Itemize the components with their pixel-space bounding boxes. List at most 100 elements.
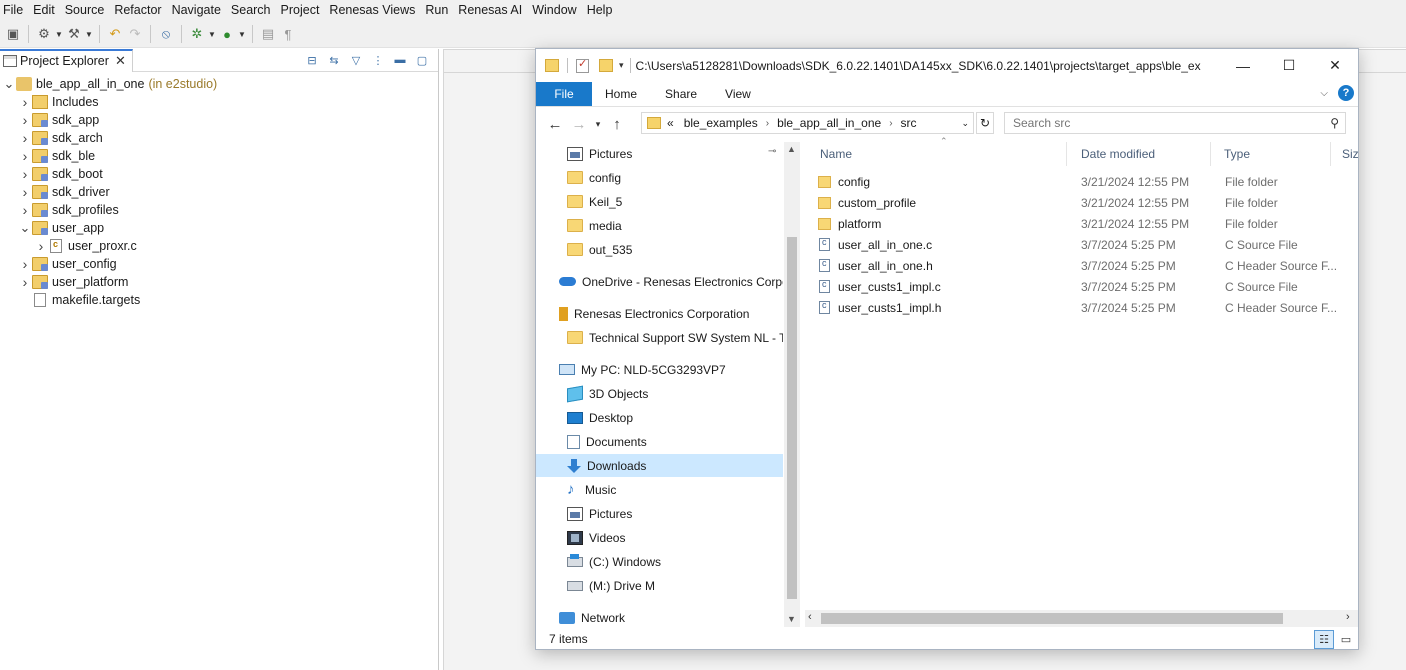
chevron-right-icon[interactable]: › (889, 118, 892, 129)
nav-item[interactable]: (M:) Drive M (536, 574, 783, 597)
breadcrumb-ble-app-all-in-one[interactable]: ble_app_all_in_one (777, 116, 881, 130)
nav-item[interactable]: Documents (536, 430, 783, 453)
tree-item[interactable]: ⌄ ble_app_all_in_one (in e2studio) (0, 75, 438, 93)
nav-item[interactable]: config (536, 166, 783, 189)
collapsed-twisty-icon[interactable]: › (18, 256, 32, 272)
close-icon[interactable]: ✕ (115, 53, 126, 69)
menu-help[interactable]: Help (583, 0, 619, 21)
collapsed-twisty-icon[interactable]: › (18, 166, 32, 182)
nav-item[interactable]: (C:) Windows (536, 550, 783, 573)
file-row[interactable]: user_all_in_one.c (818, 234, 932, 255)
file-row[interactable]: platform (818, 213, 881, 234)
ribbon-tab-view[interactable]: View (712, 82, 766, 106)
collapsed-twisty-icon[interactable]: › (18, 184, 32, 200)
filter-icon[interactable]: ▽ (348, 52, 364, 68)
nav-item[interactable]: Renesas Electronics Corporation (536, 302, 783, 325)
tree-item[interactable]: › user_config (0, 255, 438, 273)
run-icon[interactable]: ● (217, 24, 237, 44)
scroll-down-icon[interactable]: ▼ (787, 614, 796, 624)
tree-item[interactable]: › sdk_ble (0, 147, 438, 165)
ribbon-file-tab[interactable]: File (536, 82, 592, 106)
expanded-twisty-icon[interactable]: ⌄ (18, 221, 32, 234)
collapsed-twisty-icon[interactable]: › (18, 94, 32, 110)
gear-icon[interactable]: ⚙ (34, 24, 54, 44)
file-row[interactable]: config (818, 171, 870, 192)
menu-source[interactable]: Source (61, 0, 111, 21)
nav-item[interactable]: Downloads (536, 454, 783, 477)
menu-navigate[interactable]: Navigate (168, 0, 227, 21)
hammer-icon[interactable]: ⚒ (64, 24, 84, 44)
nav-item[interactable]: My PC: NLD-5CG3293VP7 (536, 358, 783, 381)
recent-locations-icon[interactable]: ▾ (591, 119, 605, 130)
nav-item[interactable]: OneDrive - Renesas Electronics Corporati… (536, 270, 783, 293)
debug-icon[interactable]: ✲ (187, 24, 207, 44)
menu-run[interactable]: Run (421, 0, 454, 21)
file-row[interactable]: custom_profile (818, 192, 916, 213)
tree-item[interactable]: makefile.targets (0, 291, 438, 309)
nav-item[interactable]: Keil_5 (536, 190, 783, 213)
project-explorer-tab[interactable]: Project Explorer ✕ (0, 48, 133, 72)
address-bar[interactable]: « ble_examples › ble_app_all_in_one › sr… (641, 112, 974, 134)
new-folder-icon[interactable] (599, 59, 613, 72)
undo-icon[interactable]: ↶ (105, 24, 125, 44)
collapsed-twisty-icon[interactable]: › (18, 130, 32, 146)
collapsed-twisty-icon[interactable]: › (18, 202, 32, 218)
ribbon-tab-home[interactable]: Home (592, 82, 652, 106)
chevron-down-icon[interactable]: ▼ (54, 24, 64, 44)
collapsed-twisty-icon[interactable]: › (18, 274, 32, 290)
up-arrow-icon[interactable]: ↑ (605, 116, 629, 133)
search-input[interactable] (1013, 116, 1313, 130)
nav-item[interactable]: ♪ Music (536, 478, 783, 501)
nav-item[interactable]: media (536, 214, 783, 237)
nav-item[interactable]: Videos (536, 526, 783, 549)
minimize-button[interactable]: — (1220, 49, 1266, 82)
details-view-icon[interactable]: ☷ (1314, 630, 1334, 649)
menu-search[interactable]: Search (227, 0, 277, 21)
column-date-modified[interactable]: Date modified (1067, 142, 1211, 166)
scroll-up-icon[interactable]: ▲ (787, 144, 796, 154)
help-icon[interactable]: ? (1338, 85, 1354, 101)
search-box[interactable]: ⚲ (1004, 112, 1346, 134)
minimize-icon[interactable]: ▬ (392, 52, 408, 68)
chevron-down-icon[interactable]: ▼ (207, 24, 217, 44)
scroll-right-icon[interactable]: › (1346, 611, 1350, 623)
breadcrumb-ble-examples[interactable]: ble_examples (684, 116, 758, 130)
navigation-scrollbar[interactable]: ▲ ▼ (784, 142, 800, 627)
chevron-down-icon[interactable]: ▾ (619, 60, 624, 71)
nav-item[interactable]: Technical Support SW System NL - Te (536, 326, 783, 349)
file-row[interactable]: user_custs1_impl.c (818, 276, 941, 297)
scrollbar-thumb[interactable] (821, 613, 1283, 624)
horizontal-scrollbar[interactable]: ‹ › (805, 610, 1358, 627)
collapse-all-icon[interactable]: ⊟ (304, 52, 320, 68)
breadcrumb-src[interactable]: src (901, 116, 917, 130)
menu-window[interactable]: Window (528, 0, 582, 21)
tree-item[interactable]: ⌄ user_app (0, 219, 438, 237)
tree-item[interactable]: › sdk_boot (0, 165, 438, 183)
tree-item[interactable]: › sdk_driver (0, 183, 438, 201)
nav-item[interactable]: Desktop (536, 406, 783, 429)
chevron-right-icon[interactable]: › (766, 118, 769, 129)
save-icon[interactable]: ▣ (3, 24, 23, 44)
maximize-button[interactable]: ☐ (1266, 49, 1312, 82)
collapsed-twisty-icon[interactable]: › (34, 238, 48, 254)
tree-item[interactable]: › Includes (0, 93, 438, 111)
menu-project[interactable]: Project (277, 0, 326, 21)
menu-renesas-ai[interactable]: Renesas AI (454, 0, 528, 21)
scrollbar-thumb[interactable] (787, 237, 797, 599)
nav-item[interactable]: out_535 (536, 238, 783, 261)
skip-breakpoints-icon[interactable]: ⦸ (156, 24, 176, 44)
large-icons-view-icon[interactable]: ▭ (1336, 630, 1356, 649)
tree-item[interactable]: › sdk_app (0, 111, 438, 129)
expanded-twisty-icon[interactable]: ⌄ (2, 77, 16, 90)
nav-item[interactable]: Pictures (536, 502, 783, 525)
menu-renesas-views[interactable]: Renesas Views (325, 0, 421, 21)
chevron-down-icon[interactable]: ▼ (84, 24, 94, 44)
tree-item[interactable]: › sdk_profiles (0, 201, 438, 219)
chevron-down-icon[interactable]: ▼ (237, 24, 247, 44)
tree-item[interactable]: › sdk_arch (0, 129, 438, 147)
refresh-button[interactable]: ↻ (976, 112, 994, 134)
collapsed-twisty-icon[interactable]: › (18, 112, 32, 128)
nav-item[interactable]: Network (536, 606, 783, 629)
tree-item[interactable]: › user_platform (0, 273, 438, 291)
back-arrow-icon[interactable]: ← (543, 116, 567, 133)
